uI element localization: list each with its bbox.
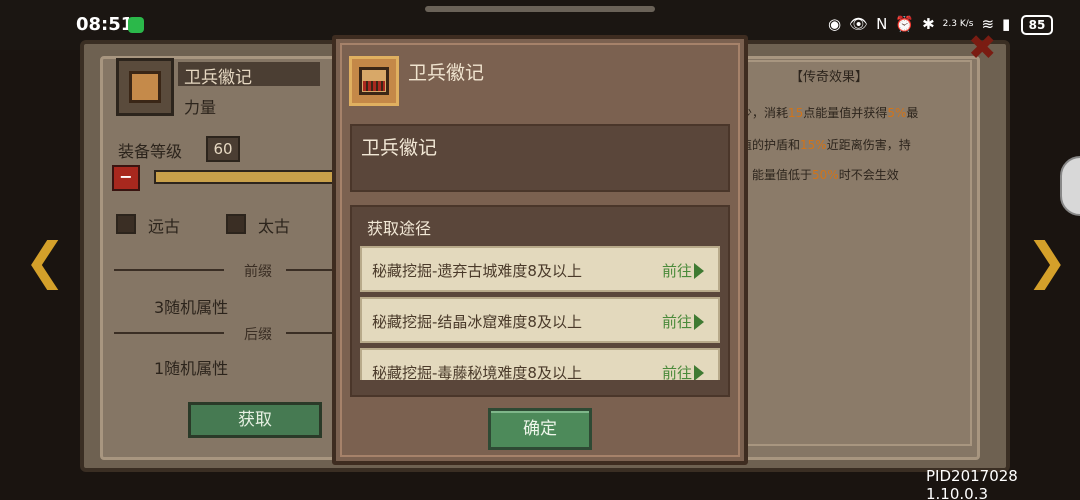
get-button[interactable]: 获取 <box>188 402 322 438</box>
legend-effect-line: ；能量值低于50%时不会生效 <box>740 168 899 182</box>
item-icon <box>116 58 174 116</box>
alarm-icon: ⏰ <box>895 15 915 33</box>
wechat-icon <box>128 17 144 33</box>
checkbox-primal-label: 太古 <box>258 217 291 236</box>
clock: 08:51 <box>76 14 134 35</box>
source-label: 秘藏挖掘-遗弃古城难度8及以上 <box>372 262 582 280</box>
checkbox-ancient-label: 远古 <box>148 217 181 236</box>
notch-pill <box>425 6 655 12</box>
close-icon[interactable]: ✖ <box>968 28 997 68</box>
confirm-button[interactable]: 确定 <box>488 408 592 450</box>
arrow-right-icon[interactable] <box>694 365 704 380</box>
item-stat: 力量 <box>184 98 217 117</box>
sources-title: 获取途径 <box>367 219 432 238</box>
divider <box>286 332 334 334</box>
checkbox-primal[interactable] <box>226 214 246 234</box>
source-label: 秘藏挖掘-结晶冰窟难度8及以上 <box>372 313 582 331</box>
suffix-value: 1随机属性 <box>154 359 229 378</box>
nfc-icon: N <box>876 15 888 33</box>
badge-icon <box>349 56 399 106</box>
dialog-title: 卫兵徽记 <box>408 62 485 84</box>
eye-comfort-icon: 👁 <box>849 15 869 33</box>
legend-effect-line: 值的护盾和15%近距离伤害，持 <box>740 138 911 152</box>
go-button[interactable]: 前往 <box>662 362 692 380</box>
arrow-right-icon[interactable] <box>694 263 704 279</box>
level-decrease-button[interactable]: − <box>112 165 140 191</box>
source-row[interactable]: 秘藏挖掘-遗弃古城难度8及以上 前往 <box>360 246 720 292</box>
chevron-right-icon[interactable]: ❯ <box>1026 232 1068 290</box>
suffix-label: 后缀 <box>244 327 272 343</box>
prefix-value: 3随机属性 <box>154 298 229 317</box>
item-name: 卫兵徽记 <box>184 68 252 88</box>
battery-indicator: 85 <box>1021 15 1053 35</box>
bluetooth-icon: ✱ <box>922 15 935 33</box>
signal-icon: ▮ <box>1002 15 1011 33</box>
equip-level-value: 60 <box>206 136 240 162</box>
legend-effect-title: 【传奇效果】 <box>790 70 869 85</box>
eye-icon: ◉ <box>828 15 842 33</box>
sources-list[interactable]: 秘藏挖掘-遗弃古城难度8及以上 前往 秘藏挖掘-结晶冰窟难度8及以上 前往 秘藏… <box>360 246 720 380</box>
level-slider[interactable] <box>154 170 334 184</box>
source-row[interactable]: 秘藏挖掘-结晶冰窟难度8及以上 前往 <box>360 297 720 343</box>
go-button[interactable]: 前往 <box>662 311 692 332</box>
arrow-right-icon[interactable] <box>694 314 704 330</box>
source-row[interactable]: 秘藏挖掘-毒藤秘境难度8及以上 前往 <box>360 348 720 380</box>
chevron-left-icon[interactable]: ❮ <box>24 232 66 290</box>
go-button[interactable]: 前往 <box>662 260 692 281</box>
legend-effect-line: 少，消耗15点能量值并获得5%最 <box>740 106 919 120</box>
source-label: 秘藏挖掘-毒藤秘境难度8及以上 <box>372 364 582 380</box>
divider <box>114 332 224 334</box>
divider <box>286 269 334 271</box>
build-id: PID2017028 1.10.0.3 <box>926 467 1018 500</box>
dialog-item-name: 卫兵徽记 <box>361 137 438 159</box>
prefix-label: 前缀 <box>244 264 272 280</box>
divider <box>114 269 224 271</box>
equip-level-label: 装备等级 <box>118 142 183 161</box>
floating-assistant-button[interactable] <box>1060 156 1080 216</box>
checkbox-ancient[interactable] <box>116 214 136 234</box>
